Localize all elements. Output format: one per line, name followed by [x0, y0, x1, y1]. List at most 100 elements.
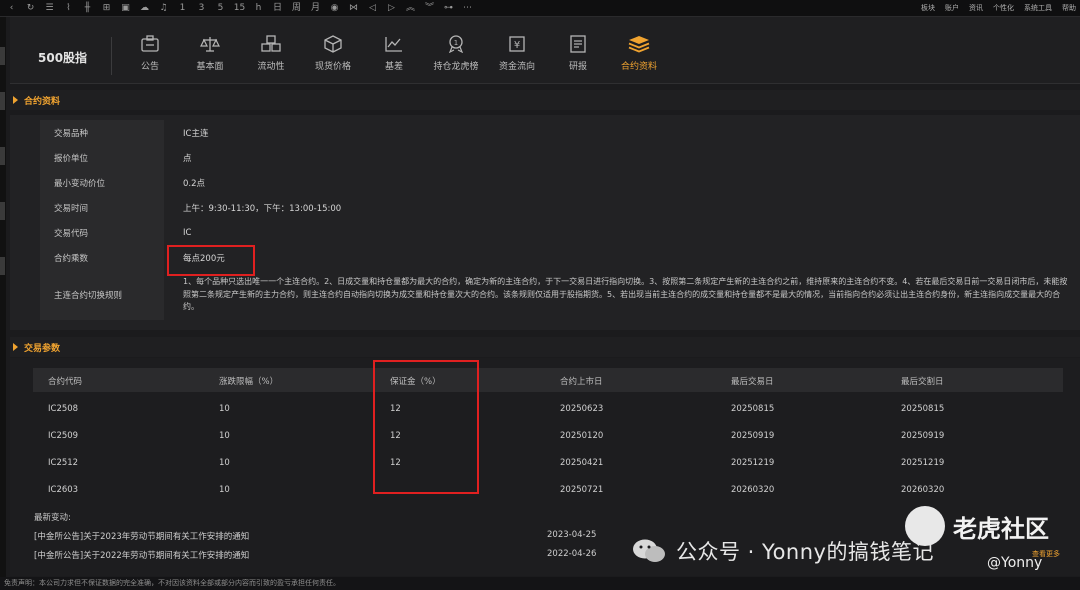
back-icon[interactable]: ‹: [2, 0, 21, 16]
table-cell: 20250815: [731, 404, 775, 414]
contract-info-header[interactable]: 合约资料: [10, 90, 1080, 110]
table-row[interactable]: IC2512 10 12 20250421 20251219 20251219: [33, 449, 1063, 476]
info-key: 交易时间: [40, 195, 164, 220]
collapse-triangle-icon[interactable]: [13, 96, 18, 104]
info-row: 交易时间 上午：9:30-11:30，下午：13:00-15:00: [40, 195, 1075, 220]
column-header[interactable]: 合约上市日: [560, 375, 603, 387]
candlestick-icon[interactable]: ╫: [78, 0, 97, 16]
trading-params-header[interactable]: 交易参数: [10, 337, 1080, 357]
tab-position-ranking[interactable]: 1 持仓龙虎榜: [426, 35, 486, 72]
chart-settings-icon[interactable]: ⊞: [97, 0, 116, 16]
tab-label: 基本面: [196, 62, 224, 72]
section-nav: 500股指 公告 基本面 流动性 现货价格 基差 1 持仓龙虎榜 ¥ 资金流向 …: [10, 17, 1080, 84]
tab-spot-price[interactable]: 现货价格: [303, 35, 363, 72]
period-1[interactable]: 1: [173, 0, 192, 16]
watermark-brand-name: 老虎社区: [953, 514, 1049, 543]
period-hour[interactable]: h: [249, 0, 268, 16]
menu-personalize[interactable]: 个性化: [993, 0, 1014, 16]
table-row[interactable]: IC2508 10 12 20250623 20250815 20250815: [33, 395, 1063, 422]
section-title: 合约资料: [24, 96, 61, 107]
eye-icon[interactable]: ◉: [325, 0, 344, 16]
wave-chart-icon: [385, 37, 402, 52]
tab-contract-info[interactable]: 合约资料: [609, 35, 669, 72]
list-icon[interactable]: ☰: [40, 0, 59, 16]
box-icon: [324, 35, 342, 53]
table-cell: 20250721: [560, 485, 604, 495]
screen-icon[interactable]: ▣: [116, 0, 135, 16]
tab-label: 合约资料: [620, 62, 657, 72]
compress-icon[interactable]: ⋈: [344, 0, 363, 16]
tab-liquidity[interactable]: 流动性: [241, 35, 301, 72]
tab-announcement[interactable]: 公告: [120, 35, 180, 72]
table-row[interactable]: IC2603 10 20250721 20260320 20260320: [33, 476, 1063, 503]
tab-basis[interactable]: 基差: [364, 35, 424, 72]
announcement-link[interactable]: [中金所公告]关于2022年劳动节期间有关工作安排的通知: [34, 549, 249, 561]
tab-fundamentals[interactable]: 基本面: [180, 35, 240, 72]
report-icon: [570, 35, 586, 53]
svg-text:1: 1: [454, 39, 458, 47]
top-menu: 板块 账户 资讯 个性化 系统工具 帮助: [921, 0, 1076, 16]
announcement-icon: [141, 35, 159, 52]
table-cell: 20251219: [901, 458, 945, 468]
edge-tab[interactable]: [0, 202, 5, 220]
bell-icon[interactable]: ♫: [154, 0, 173, 16]
more-icon[interactable]: ⋯: [458, 0, 477, 16]
column-header[interactable]: 最后交割日: [901, 375, 944, 387]
table-cell: IC2509: [48, 431, 79, 441]
table-header: 合约代码 涨跌限幅（%） 保证金（%） 合约上市日 最后交易日 最后交割日: [33, 368, 1063, 392]
table-row[interactable]: IC2509 10 12 20250120 20250919 20250919: [33, 422, 1063, 449]
instrument-title: 500股指: [38, 51, 88, 65]
menu-news[interactable]: 资讯: [969, 0, 983, 16]
arrow-left-icon[interactable]: ◁: [363, 0, 382, 16]
info-key: 报价单位: [40, 145, 164, 170]
menu-sector[interactable]: 板块: [921, 0, 935, 16]
cubes-icon: [261, 35, 281, 52]
info-key: 交易代码: [40, 220, 164, 245]
tab-label: 研报: [568, 62, 587, 72]
menu-system-tools[interactable]: 系统工具: [1024, 0, 1052, 16]
column-header[interactable]: 涨跌限幅（%）: [219, 375, 278, 387]
announcement-link[interactable]: [中金所公告]关于2023年劳动节期间有关工作安排的通知: [34, 530, 249, 542]
table-cell: 20260320: [731, 485, 775, 495]
top-toolbar: ‹ ↻ ☰ ⌇ ╫ ⊞ ▣ ☁ ♫ 1 3 5 15 h 日 周 月 ◉ ⋈ ◁…: [0, 0, 1080, 17]
column-header[interactable]: 最后交易日: [731, 375, 774, 387]
menu-account[interactable]: 账户: [945, 0, 959, 16]
toolbar-icons: ‹ ↻ ☰ ⌇ ╫ ⊞ ▣ ☁ ♫ 1 3 5 15 h 日 周 月 ◉ ⋈ ◁…: [0, 0, 477, 16]
table-cell: 10: [219, 485, 230, 495]
period-15[interactable]: 15: [230, 0, 249, 16]
period-3[interactable]: 3: [192, 0, 211, 16]
tab-label: 持仓龙虎榜: [433, 62, 479, 72]
edge-tab[interactable]: [0, 257, 5, 275]
left-edge-strip: [0, 17, 6, 577]
table-cell: 20251219: [731, 458, 775, 468]
chevron-up-icon[interactable]: ︽: [401, 0, 420, 16]
cloud-icon[interactable]: ☁: [135, 0, 154, 16]
refresh-icon[interactable]: ↻: [21, 0, 40, 16]
menu-help[interactable]: 帮助: [1062, 0, 1076, 16]
indicator-icon[interactable]: ⊶: [439, 0, 458, 16]
period-week[interactable]: 周: [287, 0, 306, 16]
info-row: 交易品种 IC主连: [40, 120, 1075, 145]
period-5[interactable]: 5: [211, 0, 230, 16]
line-chart-icon[interactable]: ⌇: [59, 0, 78, 16]
edge-tab[interactable]: [0, 147, 5, 165]
info-value: IC主连: [183, 128, 209, 139]
column-header[interactable]: 合约代码: [48, 375, 82, 387]
watermark-handle: @Yonny: [987, 555, 1043, 571]
table-cell: 20250421: [560, 458, 604, 468]
chevron-down-icon[interactable]: ︾: [420, 0, 439, 16]
section-title: 交易参数: [24, 343, 61, 354]
table-cell: 20260320: [901, 485, 945, 495]
tab-research[interactable]: 研报: [548, 35, 608, 72]
edge-tab[interactable]: [0, 47, 5, 65]
table-cell: 10: [219, 431, 230, 441]
period-day[interactable]: 日: [268, 0, 287, 16]
collapse-triangle-icon[interactable]: [13, 343, 18, 351]
rollover-rule-text: 1、每个品种只选出唯一一个主连合约。2、日成交量和持仓量都为最大的合约，确定为新…: [183, 277, 1068, 312]
arrow-right-icon[interactable]: ▷: [382, 0, 401, 16]
period-month[interactable]: 月: [306, 0, 325, 16]
tab-fund-flow[interactable]: ¥ 资金流向: [487, 35, 547, 72]
info-value: IC: [183, 227, 192, 238]
announcement-date: 2022-04-26: [547, 549, 597, 559]
edge-tab[interactable]: [0, 92, 5, 110]
